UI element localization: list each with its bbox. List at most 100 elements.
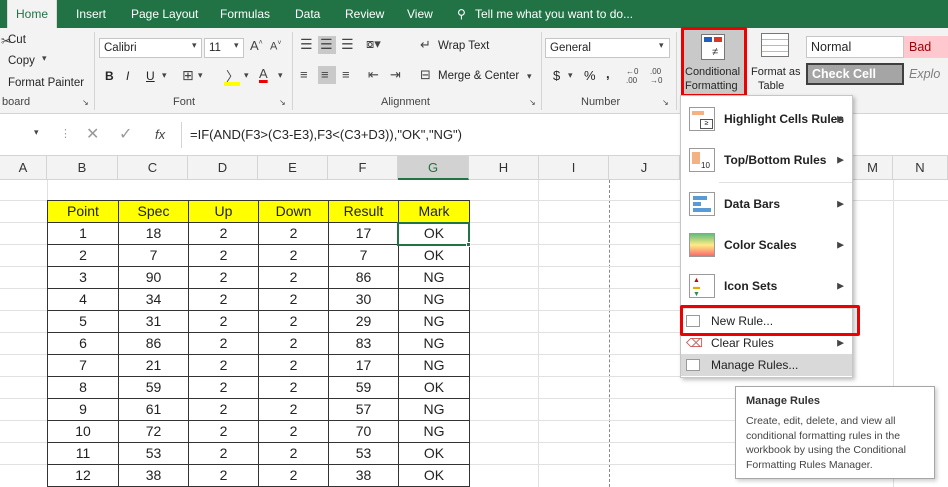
percent-button[interactable]: %	[584, 68, 596, 83]
chevron-down-icon[interactable]: ▾	[42, 53, 47, 64]
decrease-decimal-icon[interactable]: .00 →0	[650, 67, 662, 85]
number-format-select[interactable]: General	[545, 38, 670, 58]
table-cell-spec[interactable]: 18	[118, 222, 189, 245]
table-cell-spec[interactable]: 38	[118, 464, 189, 487]
table-cell-down[interactable]: 2	[258, 354, 329, 377]
align-left-icon[interactable]: ≡	[300, 67, 308, 82]
table-cell-point[interactable]: 10	[47, 420, 119, 443]
table-cell-mark[interactable]: NG	[398, 354, 470, 377]
tell-me-search[interactable]: Tell me what you want to do...	[475, 0, 633, 28]
menu-item-highlight-cells-rules[interactable]: ≥ Highlight Cells Rules ▶	[681, 99, 852, 139]
tab-home[interactable]: Home	[7, 0, 57, 28]
table-cell-up[interactable]: 2	[188, 376, 259, 399]
table-cell-down[interactable]: 2	[258, 266, 329, 289]
bold-button[interactable]: B	[105, 69, 114, 83]
tab-formulas[interactable]: Formulas	[220, 0, 270, 28]
chevron-down-icon[interactable]: ▾	[198, 70, 203, 81]
font-name-select[interactable]: Calibri	[99, 38, 202, 58]
table-cell-spec[interactable]: 53	[118, 442, 189, 465]
style-explanatory[interactable]: Explo	[904, 63, 948, 85]
column-header-d[interactable]: D	[188, 156, 258, 180]
table-cell-mark[interactable]: NG	[398, 332, 470, 355]
table-cell-point[interactable]: 11	[47, 442, 119, 465]
table-cell-up[interactable]: 2	[188, 442, 259, 465]
chevron-down-icon[interactable]: ▾	[244, 70, 249, 81]
table-cell-point[interactable]: 1	[47, 222, 119, 245]
column-header-g[interactable]: G	[398, 156, 469, 180]
wrap-text-button[interactable]: Wrap Text	[438, 40, 489, 52]
table-cell-result[interactable]: 17	[328, 222, 399, 245]
table-cell-up[interactable]: 2	[188, 398, 259, 421]
column-header-f[interactable]: F	[328, 156, 398, 180]
tab-view[interactable]: View	[407, 0, 433, 28]
table-header-mark[interactable]: Mark	[398, 200, 470, 223]
table-cell-down[interactable]: 2	[258, 288, 329, 311]
chevron-down-icon[interactable]: ▾	[278, 70, 283, 81]
comma-button[interactable]: ,	[606, 66, 610, 81]
table-cell-up[interactable]: 2	[188, 288, 259, 311]
table-cell-mark[interactable]: NG	[398, 420, 470, 443]
table-cell-spec[interactable]: 31	[118, 310, 189, 333]
table-cell-up[interactable]: 2	[188, 354, 259, 377]
tab-page-layout[interactable]: Page Layout	[131, 0, 198, 28]
table-cell-point[interactable]: 4	[47, 288, 119, 311]
format-as-table-button[interactable]: Format as	[751, 66, 801, 78]
tab-review[interactable]: Review	[345, 0, 384, 28]
chevron-down-icon[interactable]: ▾	[568, 70, 573, 81]
column-header-h[interactable]: H	[469, 156, 539, 180]
format-painter-button[interactable]: Format Painter	[8, 77, 84, 89]
table-cell-point[interactable]: 12	[47, 464, 119, 487]
cancel-icon[interactable]: ✕	[86, 124, 99, 144]
borders-icon[interactable]: ⊞	[182, 67, 194, 84]
column-header-j[interactable]: J	[609, 156, 680, 180]
table-cell-point[interactable]: 8	[47, 376, 119, 399]
table-cell-result[interactable]: 70	[328, 420, 399, 443]
table-cell-spec[interactable]: 34	[118, 288, 189, 311]
table-cell-result[interactable]: 29	[328, 310, 399, 333]
column-header-i[interactable]: I	[539, 156, 609, 180]
table-cell-mark[interactable]: OK	[398, 464, 470, 487]
selected-cell[interactable]	[397, 222, 470, 246]
table-header-spec[interactable]: Spec	[118, 200, 189, 223]
table-cell-result[interactable]: 30	[328, 288, 399, 311]
align-right-icon[interactable]: ≡	[342, 67, 350, 82]
table-cell-up[interactable]: 2	[188, 420, 259, 443]
table-cell-result[interactable]: 57	[328, 398, 399, 421]
table-cell-result[interactable]: 59	[328, 376, 399, 399]
table-cell-down[interactable]: 2	[258, 222, 329, 245]
increase-decimal-icon[interactable]: ←0.00	[626, 67, 638, 85]
table-cell-result[interactable]: 7	[328, 244, 399, 267]
chevron-down-icon[interactable]: ▾	[162, 70, 167, 81]
tab-data[interactable]: Data	[295, 0, 320, 28]
align-center-icon[interactable]: ≡	[321, 67, 329, 82]
table-cell-mark[interactable]: OK	[398, 244, 470, 267]
table-cell-point[interactable]: 3	[47, 266, 119, 289]
table-cell-down[interactable]: 2	[258, 398, 329, 421]
menu-item-manage-rules[interactable]: Manage Rules...	[681, 354, 852, 376]
chevron-down-icon[interactable]: ▾	[527, 71, 532, 82]
underline-button[interactable]: U	[146, 69, 155, 83]
table-cell-mark[interactable]: NG	[398, 266, 470, 289]
table-cell-point[interactable]: 9	[47, 398, 119, 421]
enter-icon[interactable]: ✓	[119, 124, 132, 144]
table-cell-up[interactable]: 2	[188, 310, 259, 333]
table-cell-down[interactable]: 2	[258, 310, 329, 333]
orientation-icon[interactable]: ⧇▾	[366, 36, 381, 52]
table-cell-spec[interactable]: 7	[118, 244, 189, 267]
style-bad[interactable]: Bad	[904, 36, 948, 58]
column-header-m[interactable]: M	[853, 156, 893, 180]
copy-button[interactable]: Copy	[8, 55, 35, 67]
column-header-e[interactable]: E	[258, 156, 328, 180]
fill-handle[interactable]	[466, 242, 471, 247]
menu-item-data-bars[interactable]: Data Bars ▶	[681, 184, 852, 224]
table-header-result[interactable]: Result	[328, 200, 399, 223]
table-cell-point[interactable]: 7	[47, 354, 119, 377]
column-header-a[interactable]: A	[0, 156, 47, 180]
table-cell-down[interactable]: 2	[258, 420, 329, 443]
table-cell-down[interactable]: 2	[258, 332, 329, 355]
table-cell-point[interactable]: 2	[47, 244, 119, 267]
dialog-launcher-icon[interactable]: ↘	[279, 98, 286, 107]
dialog-launcher-icon[interactable]: ↘	[82, 98, 89, 107]
name-box[interactable]	[0, 122, 50, 146]
menu-item-top-bottom-rules[interactable]: 10 Top/Bottom Rules ▶	[681, 140, 852, 180]
